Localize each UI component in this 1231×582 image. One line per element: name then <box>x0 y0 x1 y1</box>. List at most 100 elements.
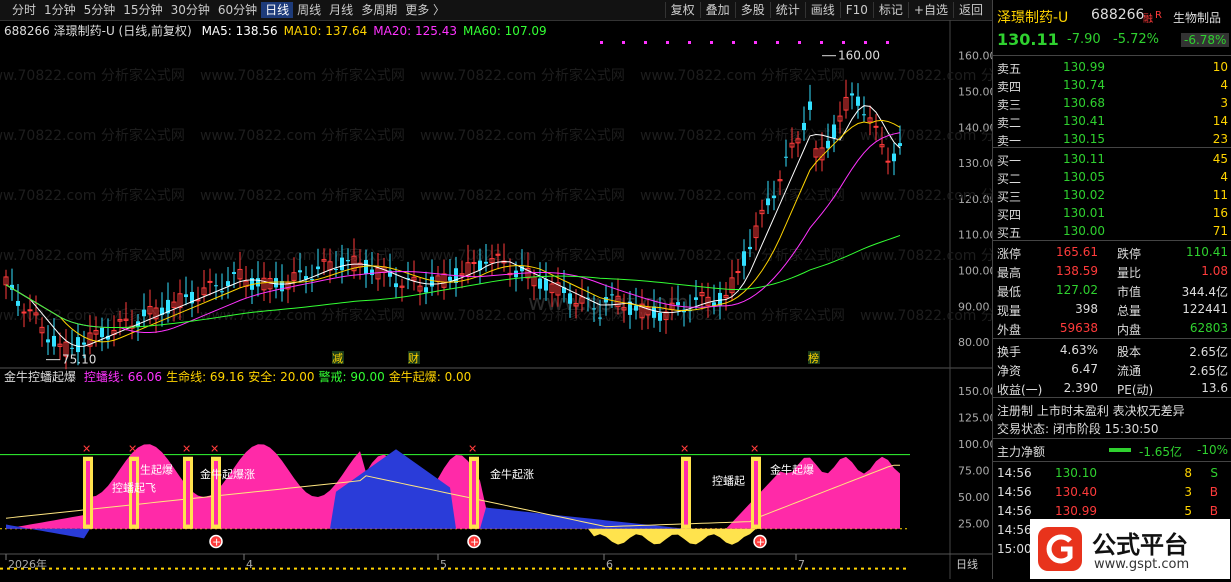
book-price: 130.00 <box>1063 224 1105 238</box>
xaxis-label: 7 <box>798 558 805 571</box>
stat-value: 2.65亿 <box>1189 364 1228 378</box>
stat-key: 最高 <box>997 266 1022 280</box>
tool-button-5[interactable]: F10 <box>839 2 873 18</box>
plus-icon-glyph: + <box>470 536 479 549</box>
book-row[interactable]: 买四 130.01 16 <box>993 204 1231 222</box>
book-row[interactable]: 买三 130.02 11 <box>993 186 1231 204</box>
indicator-param-2: 安全: 20.00 <box>248 370 315 384</box>
indicator-param-4: 金牛起爆: 0.00 <box>388 370 472 384</box>
kline-chart[interactable]: 160.00150.00140.00130.00120.00110.00100.… <box>0 20 992 579</box>
tool-button-4[interactable]: 画线 <box>804 2 840 18</box>
tool-button-2[interactable]: 多股 <box>734 2 770 18</box>
candle-body <box>808 101 812 110</box>
book-row[interactable]: 卖四 130.74 4 <box>993 76 1231 94</box>
period-tab-4[interactable]: 30分钟 <box>167 2 214 18</box>
stock-name: 泽璟制药-U <box>997 10 1069 26</box>
candle-body <box>16 300 20 306</box>
logo-name: 公式平台 <box>1092 531 1188 559</box>
period-tab-1[interactable]: 1分钟 <box>40 2 80 18</box>
book-row[interactable]: 买二 130.05 4 <box>993 168 1231 186</box>
candle-body <box>772 195 776 199</box>
tick-time: 15:00 <box>997 542 1032 556</box>
plus-icon-glyph: + <box>212 536 221 549</box>
candle-body <box>370 269 374 276</box>
top-dot <box>842 41 845 44</box>
xaxis-label: 6 <box>606 558 613 571</box>
plus-icon-glyph: + <box>756 536 765 549</box>
candle-body <box>742 251 746 266</box>
stat-key: 涨停 <box>997 247 1022 261</box>
flow-bar <box>1109 448 1131 452</box>
stat-value: 2.390 <box>1063 381 1098 395</box>
event-marker: 榜 <box>808 351 819 365</box>
sector-name[interactable]: 生物制品 <box>1173 9 1221 26</box>
price-axis-label: 80.00 <box>958 336 990 349</box>
candle-body <box>142 309 146 317</box>
candle-body <box>220 291 224 293</box>
book-row[interactable]: 卖五 130.99 10 <box>993 58 1231 76</box>
candle-body <box>478 260 482 271</box>
site-watermark: www.70822.com 分析家公式网 <box>420 127 625 144</box>
period-tab-9[interactable]: 多周期 <box>357 2 401 18</box>
candle-body <box>592 308 596 310</box>
book-row[interactable]: 买五 130.00 71 <box>993 222 1231 240</box>
indicator-param-3: 警戒: 90.00 <box>318 370 385 384</box>
tool-button-0[interactable]: 复权 <box>664 2 700 18</box>
stat-key: PE(动) <box>1117 383 1154 397</box>
signal-flag: ✕ <box>680 442 689 455</box>
last-price: 130.11 <box>997 30 1059 49</box>
trade-status: 交易状态: 闭市阶段 15:30:50 <box>997 422 1159 436</box>
book-row[interactable]: 买一 130.11 45 <box>993 150 1231 168</box>
candle-body <box>207 280 213 283</box>
book-row[interactable]: 卖一 130.15 23 <box>993 130 1231 148</box>
tool-button-7[interactable]: +自选 <box>907 2 953 18</box>
candle-body <box>634 305 638 311</box>
tool-button-6[interactable]: 标记 <box>872 2 908 18</box>
tick-time: 14:56 <box>997 466 1032 480</box>
site-watermark: www.70822.com 分析家公式网 <box>200 127 405 144</box>
signal-annotation: 控蟠起 <box>712 473 745 487</box>
indicator-param-1: 生命线: 69.16 <box>166 370 245 384</box>
stat-key: 现量 <box>997 304 1022 318</box>
top-dot <box>600 41 603 44</box>
period-tab-3[interactable]: 15分钟 <box>119 2 166 18</box>
main-flow-value: -1.65亿 <box>1139 445 1183 459</box>
indicator-axis-label: 50.00 <box>958 491 990 504</box>
candle-body <box>364 259 368 274</box>
period-tab-5[interactable]: 60分钟 <box>214 2 261 18</box>
tool-button-3[interactable]: 统计 <box>769 2 805 18</box>
book-volume: 4 <box>1220 78 1228 92</box>
book-level: 卖三 <box>997 98 1022 112</box>
tick-time: 14:56 <box>997 504 1032 518</box>
signal-annotation: 控蟠起飞 <box>112 481 156 495</box>
tick-price: 130.10 <box>1055 466 1097 480</box>
r-badge: R <box>1155 10 1162 21</box>
indicator-axis-label: 25.00 <box>958 518 990 531</box>
period-tabs: 分时 1分钟 5分钟 15分钟 30分钟 60分钟 日线 周线 月线 多周期 更多 〉 <box>8 2 449 18</box>
indicator-axis-label: 125.00 <box>958 412 992 425</box>
margin-badge: 融 <box>1143 14 1153 25</box>
tool-button-1[interactable]: 叠加 <box>699 2 735 18</box>
xaxis-label: 5 <box>440 558 447 571</box>
book-row[interactable]: 卖二 130.41 14 <box>993 112 1231 130</box>
book-volume: 3 <box>1220 96 1228 110</box>
site-watermark: www.70822.com 分析家公式网 <box>640 127 845 144</box>
period-tab-0[interactable]: 分时 <box>8 2 40 18</box>
period-tab-7[interactable]: 周线 <box>293 2 325 18</box>
book-row[interactable]: 卖三 130.68 3 <box>993 94 1231 112</box>
indicator-name[interactable]: 金牛控蟠起爆 <box>4 370 76 384</box>
tick-time: 14:56 <box>997 485 1032 499</box>
period-tab-10[interactable]: 更多 〉 <box>401 2 449 18</box>
book-level: 卖四 <box>997 80 1022 94</box>
tick-side: S <box>1210 466 1218 480</box>
signal-bar-inner <box>754 460 758 525</box>
period-tab-2[interactable]: 5分钟 <box>80 2 120 18</box>
book-price: 130.74 <box>1063 78 1105 92</box>
period-tab-8[interactable]: 月线 <box>325 2 357 18</box>
period-tab-6[interactable]: 日线 <box>261 2 294 18</box>
tool-button-8[interactable]: 返回 <box>952 2 988 18</box>
candle-body <box>346 260 350 262</box>
status-row: 交易状态: 闭市阶段 15:30:50 <box>993 418 1231 436</box>
candle-body <box>538 278 542 289</box>
stat-value: 2.65亿 <box>1189 345 1228 359</box>
